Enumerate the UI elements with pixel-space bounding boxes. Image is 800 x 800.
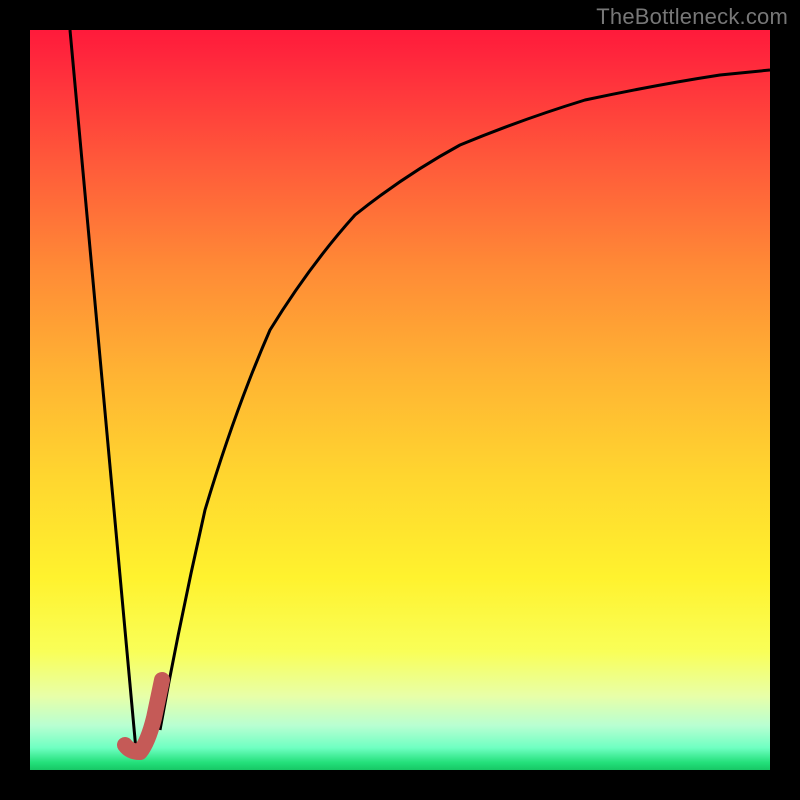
chart-frame: TheBottleneck.com [0, 0, 800, 800]
left-line [70, 30, 136, 750]
watermark-text: TheBottleneck.com [596, 4, 788, 30]
right-curve [160, 70, 770, 730]
plot-area [30, 30, 770, 770]
chart-svg [30, 30, 770, 770]
